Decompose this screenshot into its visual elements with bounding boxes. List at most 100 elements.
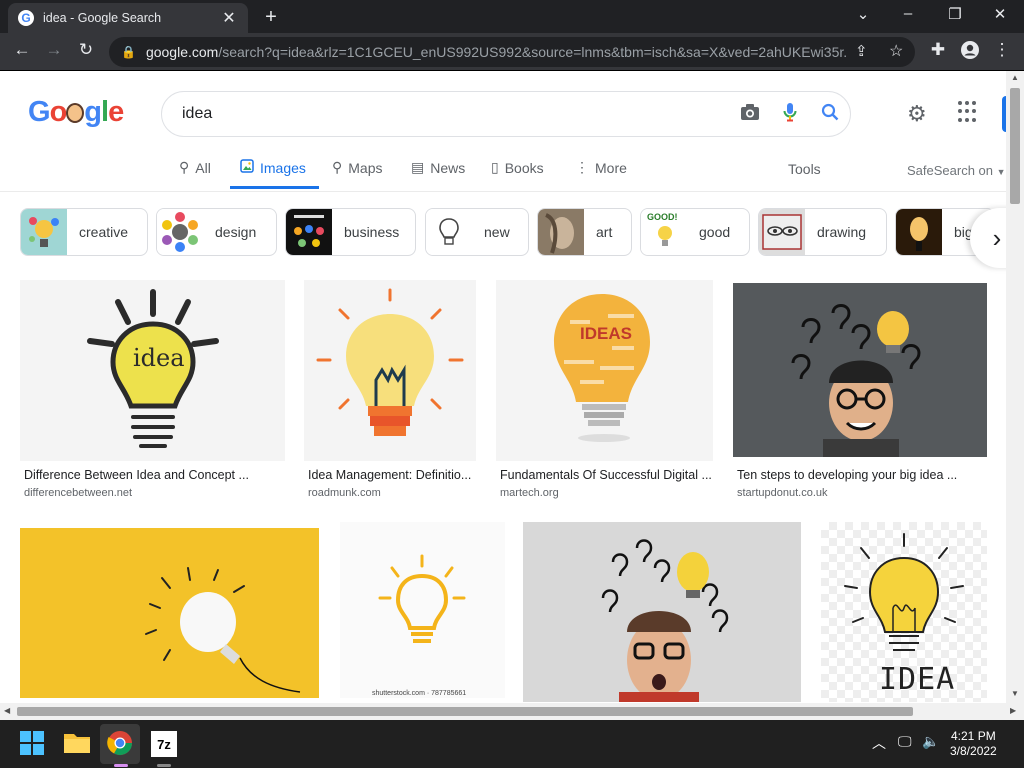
chip-thumbnail (896, 209, 942, 255)
tab-maps[interactable]: ⚲ Maps (332, 159, 383, 176)
browser-menu-icon[interactable]: ⋮ (990, 40, 1014, 60)
url-text[interactable]: google.com/search?q=idea&rlz=1C1GCEU_enU… (146, 44, 846, 60)
chip-thumbnail: GOOD! (641, 209, 687, 255)
tab-search-icon[interactable]: ⌄ (848, 5, 878, 23)
scroll-right-arrow-icon[interactable]: ▶ (1010, 706, 1016, 715)
profile-icon[interactable] (958, 40, 982, 65)
volume-icon[interactable]: 🔈 (922, 733, 939, 750)
result-image[interactable]: IDEAS (496, 280, 713, 461)
network-icon[interactable]: 🖵 (898, 733, 912, 750)
forward-icon[interactable]: → (42, 40, 66, 60)
google-favicon-icon: G (18, 10, 34, 26)
close-window-button[interactable]: ✕ (985, 5, 1015, 23)
search-small-icon: ⚲ (179, 159, 190, 175)
address-bar[interactable]: 🔒 google.com/search?q=idea&rlz=1C1GCEU_e… (109, 37, 915, 67)
chrome-icon[interactable] (107, 730, 135, 758)
microphone-icon[interactable] (770, 102, 810, 127)
open-app-indicator (157, 764, 171, 767)
restore-button[interactable]: ❐ (940, 5, 970, 23)
chip-business[interactable]: business (285, 208, 416, 256)
result-image[interactable]: idea (20, 280, 285, 461)
chip-design[interactable]: design (156, 208, 277, 256)
chip-thumbnail (426, 209, 472, 255)
chip-thumbnail (538, 209, 584, 255)
browser-tab[interactable]: G idea - Google Search ✕ (8, 3, 248, 33)
horizontal-scroll-thumb[interactable] (17, 707, 913, 716)
chip-good[interactable]: GOOD! good (640, 208, 750, 256)
reload-icon[interactable]: ↻ (74, 40, 98, 60)
chip-thumbnail (759, 209, 805, 255)
tools-button[interactable]: Tools (788, 161, 821, 177)
result-source[interactable]: roadmunk.com (308, 487, 381, 499)
browser-toolbar: ← → ↻ 🔒 google.com/search?q=idea&rlz=1C1… (0, 33, 1024, 71)
result-image[interactable] (304, 280, 476, 461)
google-apps-icon[interactable] (958, 101, 980, 123)
chip-creative[interactable]: creative (20, 208, 148, 256)
share-icon[interactable]: ⇪ (855, 42, 868, 60)
tab-title: idea - Google Search (43, 11, 162, 25)
result-caption[interactable]: Ten steps to developing your big idea ..… (737, 468, 987, 482)
tab-close-icon[interactable]: ✕ (220, 8, 238, 28)
chip-thumbnail (286, 209, 332, 255)
result-image[interactable] (523, 522, 801, 702)
7zip-icon[interactable]: 7z (151, 731, 177, 757)
result-caption[interactable]: Idea Management: Definitio... (308, 468, 476, 482)
google-doodle-logo[interactable]: Go gle (28, 96, 124, 129)
chip-drawing[interactable]: drawing (758, 208, 887, 256)
search-input[interactable]: idea (182, 105, 730, 123)
result-caption[interactable]: Fundamentals Of Successful Digital ... (500, 468, 713, 482)
image-result[interactable]: shutterstock.com · 787785661 (340, 522, 505, 698)
chip-new[interactable]: new (425, 208, 529, 256)
chip-thumbnail (157, 209, 203, 255)
scroll-left-arrow-icon[interactable]: ◀ (4, 706, 10, 715)
scroll-down-arrow-icon[interactable]: ▼ (1011, 689, 1019, 698)
result-image[interactable] (20, 528, 319, 698)
image-result[interactable]: IDEAS Fundamentals Of Successful Digital… (496, 280, 713, 502)
file-explorer-icon[interactable] (63, 730, 91, 758)
bookmark-star-icon[interactable]: ☆ (889, 41, 903, 61)
taskbar-clock[interactable]: 4:21 PM 3/8/2022 (950, 729, 997, 759)
tab-images[interactable]: Images (240, 159, 306, 176)
tab-books[interactable]: ▯ Books (491, 159, 544, 176)
safesearch-dropdown[interactable]: SafeSearch on ▼ (907, 163, 1006, 178)
new-tab-button[interactable]: + (260, 6, 282, 29)
image-result[interactable]: Ten steps to developing your big idea ..… (733, 283, 987, 502)
dropdown-arrow-icon: ▼ (996, 167, 1006, 177)
result-image[interactable] (733, 283, 987, 457)
result-image[interactable]: shutterstock.com · 787785661 (340, 522, 505, 698)
lock-icon[interactable]: 🔒 (121, 45, 136, 59)
extensions-icon[interactable]: ✚ (926, 40, 950, 60)
image-result[interactable]: Idea Management: Definitio... roadmunk.c… (304, 280, 476, 502)
settings-gear-icon[interactable]: ⚙ (907, 101, 927, 127)
result-source[interactable]: startupdonut.co.uk (737, 487, 828, 499)
vertical-scroll-thumb[interactable] (1010, 88, 1020, 204)
windows-start-icon[interactable] (19, 730, 47, 758)
minimize-button[interactable]: – (893, 5, 923, 22)
result-source[interactable]: martech.org (500, 487, 559, 499)
browser-title-bar: G idea - Google Search ✕ + ⌄ – ❐ ✕ (0, 0, 1024, 33)
search-nav-tabs: ⚲ All Images ⚲ Maps ▤ News ▯ Books ⋮ More (0, 150, 1006, 192)
search-icon[interactable] (810, 103, 850, 126)
active-tab-indicator (230, 186, 319, 189)
camera-icon[interactable] (730, 103, 770, 126)
image-result[interactable]: idea Difference Between Idea and Concept… (20, 280, 285, 502)
map-pin-icon: ⚲ (332, 159, 343, 175)
search-box[interactable]: idea (161, 91, 851, 137)
chip-thumbnail (21, 209, 67, 255)
chip-art[interactable]: art (537, 208, 632, 256)
back-icon[interactable]: ← (10, 40, 34, 60)
windows-taskbar: 7z (0, 720, 1024, 768)
active-app-indicator (114, 764, 128, 767)
image-result[interactable] (523, 522, 801, 702)
result-caption[interactable]: Difference Between Idea and Concept ... (24, 468, 281, 482)
image-result[interactable]: IDEA (821, 522, 987, 702)
tab-more[interactable]: ⋮ More (575, 159, 627, 176)
tray-chevron-up-icon[interactable]: ︿ (872, 733, 886, 753)
tab-all[interactable]: ⚲ All (179, 159, 211, 176)
news-icon: ▤ (411, 159, 425, 175)
scroll-up-arrow-icon[interactable]: ▲ (1011, 73, 1019, 82)
tab-news[interactable]: ▤ News (411, 159, 465, 176)
result-source[interactable]: differencebetween.net (24, 487, 132, 499)
image-result[interactable] (20, 528, 319, 698)
result-image[interactable]: IDEA (821, 522, 987, 702)
